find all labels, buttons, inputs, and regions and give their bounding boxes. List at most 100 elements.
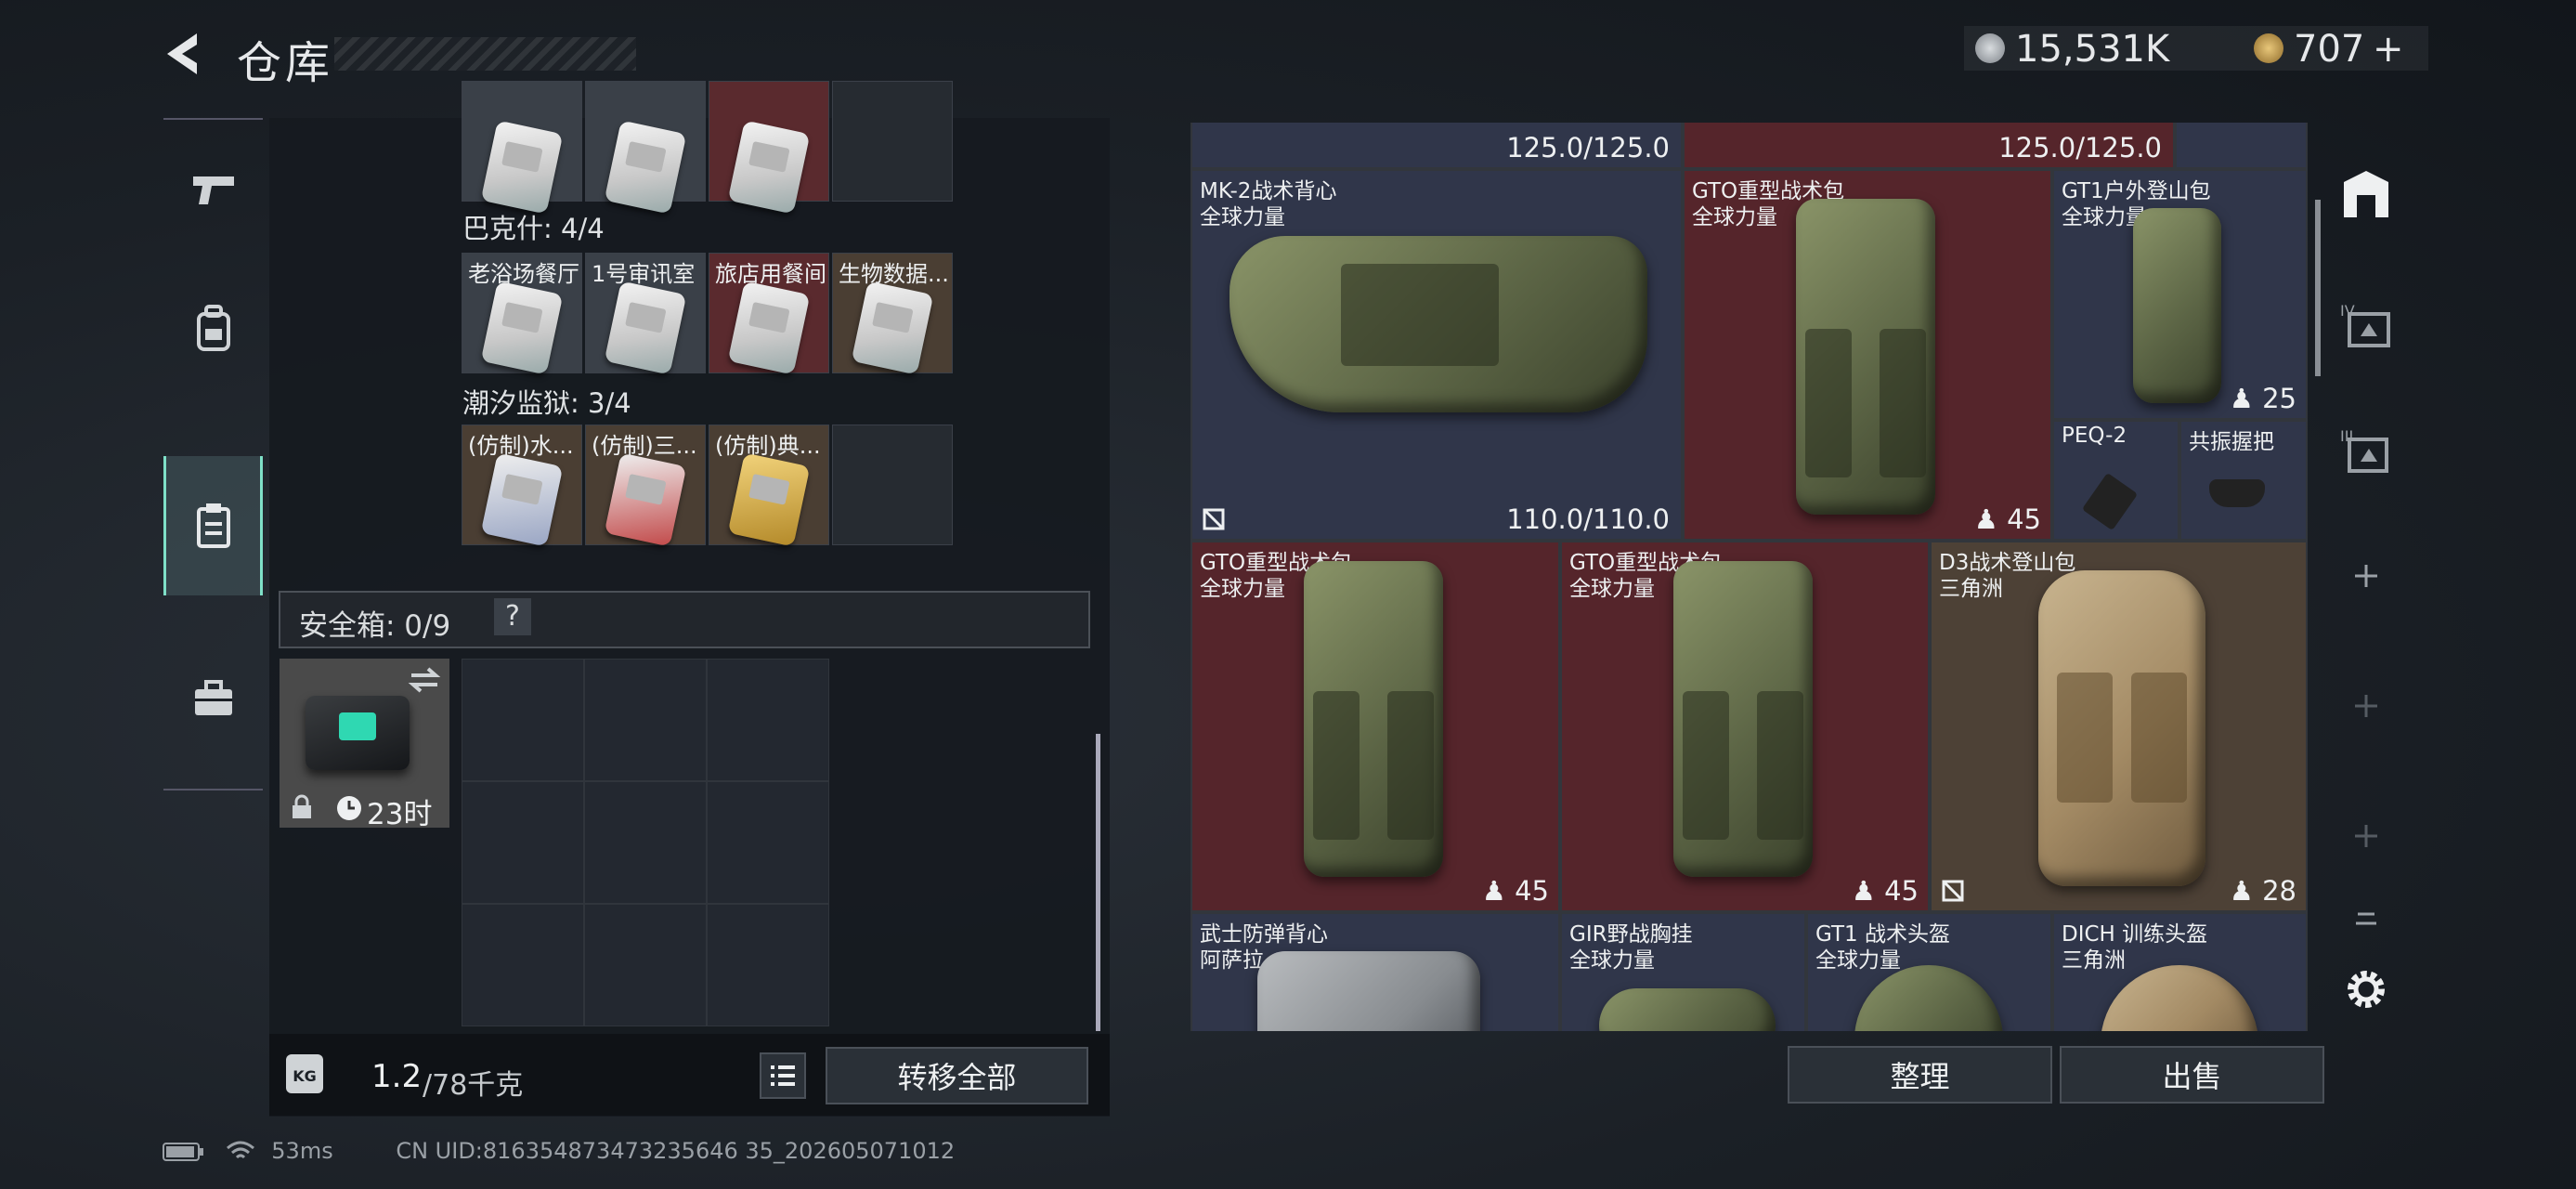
empty-slot[interactable]	[832, 81, 953, 202]
organize-button[interactable]: 整理	[1788, 1046, 2052, 1104]
count-value: 28	[2262, 875, 2296, 907]
item-faction: 全球力量	[1692, 205, 1777, 229]
wifi-icon	[226, 1141, 254, 1159]
key-slot[interactable]: (仿制)典...	[709, 425, 829, 547]
stash-tier-icon: IV	[2340, 302, 2390, 347]
back-button[interactable]	[158, 28, 214, 80]
attachment-image	[2209, 479, 2265, 507]
count-value: 45	[2007, 503, 2041, 535]
backpack-image	[1796, 199, 1935, 515]
item-cell[interactable]: 125.0/125.0	[1683, 123, 2175, 169]
item-faction: 全球力量	[1200, 577, 1285, 601]
nav-equipment[interactable]	[163, 259, 263, 399]
settings-button[interactable]	[2320, 943, 2413, 1036]
empty-slot[interactable]	[584, 659, 707, 781]
empty-slot[interactable]	[707, 904, 829, 1026]
item-cell[interactable]: 125.0/125.0	[1190, 123, 1683, 169]
battery-icon	[163, 1143, 203, 1161]
add-currency-button[interactable]: +	[2373, 28, 2404, 71]
item-cell-gt1-pack[interactable]: GT1户外登山包 全球力量 ♟ 25	[2052, 169, 2308, 420]
stash-tier-icon: III	[2340, 427, 2388, 473]
item-name: PEQ-2	[2062, 424, 2127, 448]
attachment-image	[2081, 472, 2139, 531]
safe-box-item[interactable]: 23时	[280, 659, 449, 831]
help-button[interactable]: ?	[494, 598, 531, 635]
weight-max: /78千克	[423, 1069, 524, 1102]
ping-label: 53ms	[271, 1138, 333, 1164]
key-slot[interactable]: 老浴场餐厅	[462, 253, 582, 375]
swap-icon[interactable]	[408, 666, 441, 694]
right-nav: IV III	[2320, 125, 2413, 1017]
empty-slot[interactable]	[707, 781, 829, 904]
back-arrow-icon	[167, 33, 197, 74]
empty-slot[interactable]	[707, 659, 829, 781]
item-cell-peq2[interactable]: PEQ-2	[2052, 420, 2179, 541]
list-view-button[interactable]	[760, 1052, 806, 1099]
lock-icon	[293, 794, 311, 818]
key-slot[interactable]	[709, 81, 829, 215]
key-slot[interactable]: 旅店用餐间	[709, 253, 829, 375]
key-slot[interactable]: (仿制)水...	[462, 425, 582, 547]
item-cell-dich-helmet[interactable]: DICH 训练头盔 三角洲	[2052, 912, 2308, 1031]
item-cell-gto-pack[interactable]: GTO重型战术包 全球力量 ♟ 45	[1560, 541, 1930, 912]
nav-toolbox[interactable]	[163, 629, 263, 768]
count-value: 45	[1884, 875, 1919, 907]
stash-page-3[interactable]: III	[2320, 390, 2413, 511]
item-count: ♟ 45	[1481, 875, 1549, 907]
key-slot[interactable]: (仿制)三...	[585, 425, 706, 547]
item-faction: 全球力量	[1815, 948, 1901, 973]
item-count: ♟ 45	[1973, 503, 2041, 535]
stash-page-4[interactable]: IV	[2320, 265, 2413, 385]
gold-coin-icon	[2254, 33, 2283, 63]
key-label: 老浴场餐厅	[468, 261, 579, 287]
key-slot[interactable]	[585, 81, 706, 215]
nav-weapons[interactable]	[163, 120, 263, 259]
item-cell-gto-pack[interactable]: GTO重型战术包 全球力量 ♟ 45	[1683, 169, 2052, 541]
nav-stash[interactable]	[163, 456, 263, 595]
no-insure-icon	[1203, 508, 1225, 530]
key-slot[interactable]: 生物数据...	[832, 253, 953, 375]
key-slot[interactable]: 1号审讯室	[585, 253, 706, 375]
item-cell-d3-pack[interactable]: D3战术登山包 三角洲 ♟ 28	[1930, 541, 2308, 912]
sell-button[interactable]: 出售	[2060, 1046, 2324, 1104]
uid-label: CN UID:816354873473235646 35_20260507101…	[396, 1138, 956, 1164]
toolbox-icon	[194, 680, 232, 715]
add-stash-page-button[interactable]	[2320, 646, 2413, 766]
item-cell-grip[interactable]: 共振握把	[2179, 420, 2308, 541]
empty-slot[interactable]	[584, 904, 707, 1026]
item-cell-samurai-vest[interactable]: 武士防弹背心 阿萨拉	[1190, 912, 1560, 1031]
item-cell-mk2-vest[interactable]: MK-2战术背心 全球力量 110.0/110.0	[1190, 169, 1683, 541]
item-faction: 全球力量	[1569, 948, 1655, 973]
helmet-image	[2101, 965, 2258, 1031]
item-cell-gto-pack[interactable]: GTO重型战术包 全球力量 ♟ 45	[1190, 541, 1560, 912]
item-count: ♟ 45	[1851, 875, 1919, 907]
left-scrollbar[interactable]	[1096, 734, 1100, 1031]
empty-slot[interactable]	[584, 781, 707, 904]
weight-icon: KG	[286, 1054, 323, 1093]
clock-icon	[337, 796, 361, 820]
add-stash-page-button[interactable]	[2320, 776, 2413, 896]
item-count: ♟ 25	[2229, 383, 2296, 414]
rig-image	[1599, 988, 1776, 1031]
stash-page-home[interactable]	[2320, 135, 2413, 255]
empty-slot[interactable]	[832, 425, 953, 545]
transfer-all-button[interactable]: 转移全部	[826, 1047, 1088, 1104]
svg-text:IV: IV	[2340, 302, 2355, 320]
page-title: 仓库	[237, 37, 334, 89]
item-cell[interactable]	[2175, 123, 2308, 169]
key-slot[interactable]	[462, 81, 582, 215]
weight-bar: KG 1.2 /78千克 转移全部	[269, 1034, 1110, 1116]
add-stash-page-button[interactable]	[2320, 516, 2413, 636]
item-cell-gir-rig[interactable]: GIR野战胸挂 全球力量	[1560, 912, 1806, 1031]
durability-label: 110.0/110.0	[1506, 503, 1670, 535]
plus-icon	[2355, 565, 2377, 587]
collapse-button[interactable]	[2320, 892, 2413, 947]
empty-slot[interactable]	[462, 659, 584, 781]
empty-slot[interactable]	[462, 904, 584, 1026]
empty-slot[interactable]	[462, 781, 584, 904]
item-count: ♟ 28	[2229, 875, 2296, 907]
item-cell-gt1-helmet[interactable]: GT1 战术头盔 全球力量	[1806, 912, 2052, 1031]
safe-box-grid	[462, 659, 829, 1026]
list-icon	[771, 1065, 795, 1086]
backpack-image	[1673, 561, 1813, 877]
